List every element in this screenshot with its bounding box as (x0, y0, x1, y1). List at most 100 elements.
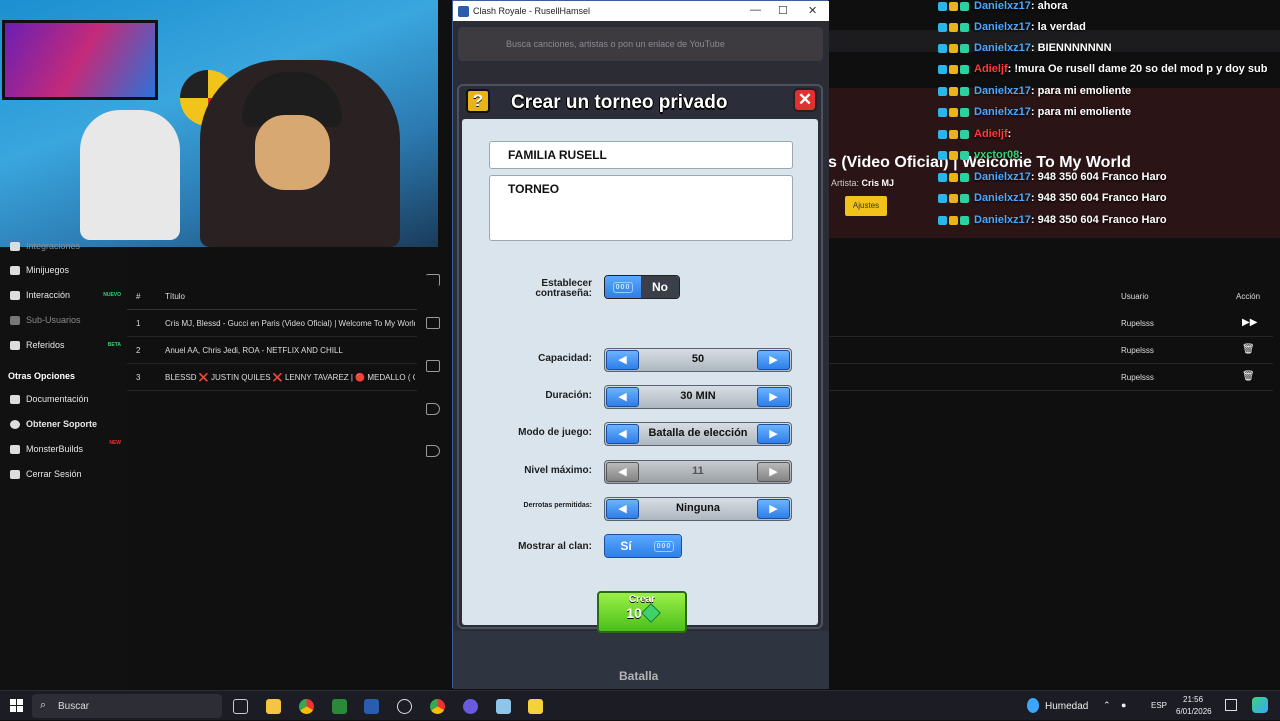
mic-icon[interactable]: ● (1121, 700, 1126, 710)
arrow-right-icon[interactable]: ▶ (757, 387, 790, 407)
arrow-left-icon[interactable]: ◀ (606, 387, 639, 407)
clock-time[interactable]: 21:56 (1183, 695, 1203, 704)
sidebar-item-referidos[interactable]: Referidos BETA (10, 340, 125, 350)
game-area: Busca canciones, artistas o pon un enlac… (453, 21, 829, 689)
maximize-button[interactable]: ☐ (778, 4, 788, 17)
chat-username[interactable]: Danielxz17 (974, 192, 1031, 204)
sidebar-item-integraciones[interactable]: Integraciones (10, 241, 125, 251)
chat-username[interactable]: Adieljf (974, 128, 1008, 140)
webcam-face (255, 115, 330, 190)
badge-icon (960, 107, 969, 117)
badge-icon (949, 129, 958, 139)
app-icon[interactable] (496, 699, 511, 714)
taskbar-search[interactable]: ⌕ Buscar (32, 694, 222, 718)
chat-username[interactable]: Danielxz17 (974, 214, 1031, 226)
sliders-icon[interactable] (426, 317, 440, 329)
webcam-chair (80, 110, 180, 240)
chrome-icon[interactable] (299, 699, 314, 714)
list-icon[interactable] (426, 360, 440, 372)
volume-icon[interactable] (426, 445, 440, 457)
arrow-right-icon[interactable]: ▶ (757, 499, 790, 519)
file-explorer-icon[interactable] (266, 699, 281, 714)
table-row[interactable]: 3 BLESSD ❌ JUSTIN QUILES ❌ LENNY TAVAREZ … (127, 364, 417, 391)
chat-text: : para mi emoliente (1030, 85, 1132, 97)
notifications-icon[interactable] (1225, 699, 1237, 711)
badge-icon (960, 86, 969, 96)
table-row-right[interactable]: Rupelsss ▶▶ (828, 310, 1273, 337)
notes-icon[interactable] (528, 699, 543, 714)
system-tray: Humedad ⌃ ● ESP 21:56 6/01/2026 (1025, 691, 1280, 721)
chat-username[interactable]: vxctor08 (974, 149, 1019, 161)
help-button[interactable]: ? (466, 89, 490, 113)
trash-icon[interactable]: 🗑 (1242, 344, 1255, 355)
copilot-icon[interactable] (1252, 697, 1268, 713)
chrome-icon[interactable] (430, 699, 445, 714)
arrow-left-icon[interactable]: ◀ (606, 424, 639, 444)
show-clan-toggle[interactable]: Sí 000 (604, 534, 682, 558)
app-icon[interactable] (332, 699, 347, 714)
create-button[interactable]: Crear 10 (597, 591, 687, 633)
window-titlebar: Clash Royale - RusellHamsel — ☐ ✕ (453, 1, 829, 21)
sidebar-item-documentacion[interactable]: Documentación (10, 394, 125, 404)
show-clan-label: Mostrar al clan: (518, 541, 592, 552)
expand-icon[interactable] (426, 274, 440, 286)
table-row[interactable]: 1 Cris MJ, Blessd - Gucci en Paris (Video… (127, 310, 417, 337)
sidebar-item-interaccion[interactable]: Interacción NUEVO (10, 290, 125, 300)
trash-icon[interactable]: 🗑 (1242, 371, 1255, 382)
chat-username[interactable]: Danielxz17 (974, 171, 1031, 183)
gem-icon (640, 603, 661, 623)
arrow-left-icon[interactable]: ◀ (606, 499, 639, 519)
chat-username[interactable]: Danielxz17 (974, 0, 1031, 12)
tournament-description-input[interactable]: TORNEO (489, 175, 793, 241)
chevron-up-icon[interactable]: ⌃ (1103, 700, 1111, 711)
chat-username[interactable]: Danielxz17 (974, 85, 1031, 97)
start-icon[interactable] (10, 699, 23, 712)
arrow-right-icon[interactable]: ▶ (757, 462, 790, 482)
chat-username[interactable]: Danielxz17 (974, 21, 1031, 33)
badge-icon (949, 86, 958, 96)
arrow-left-icon[interactable]: ◀ (606, 462, 639, 482)
table-row-right[interactable]: Rupelsss 🗑 (828, 364, 1273, 391)
password-toggle[interactable]: 000 No (604, 275, 680, 299)
duration-label: Duración: (545, 390, 592, 401)
badge-icon (938, 43, 947, 53)
sidebar-item-monsterbuilds[interactable]: MonsterBuilds NEW (10, 440, 125, 454)
arrow-right-icon[interactable]: ▶ (757, 350, 790, 370)
ajustes-button[interactable]: Ajustes (845, 196, 887, 216)
app-icon (458, 5, 469, 17)
lang-indicator[interactable]: ESP (1151, 701, 1167, 710)
task-view-icon[interactable] (233, 699, 248, 714)
chat-username[interactable]: Adieljf (974, 63, 1008, 75)
sidebar-item-minijuegos[interactable]: Minijuegos (10, 265, 125, 275)
close-window-button[interactable]: ✕ (808, 4, 817, 17)
app-icon[interactable] (463, 699, 478, 714)
skip-icon[interactable]: ▶▶ (1242, 317, 1257, 328)
clash-royale-icon[interactable] (364, 699, 379, 714)
app-icon[interactable] (397, 699, 412, 714)
chat-message: Danielxz17: 948 350 604 Franco Haro (938, 212, 1167, 228)
chat-username[interactable]: Danielxz17 (974, 42, 1031, 54)
close-button[interactable]: ✕ (793, 88, 817, 112)
clock-date[interactable]: 6/01/2026 (1176, 707, 1212, 716)
sidebar-item-cerrar-sesion[interactable]: Cerrar Sesión (10, 469, 125, 479)
badge-icon (960, 129, 969, 139)
tournament-dialog: ? Crear un torneo privado ✕ FAMILIA RUSE… (457, 84, 823, 633)
arrow-right-icon[interactable]: ▶ (757, 424, 790, 444)
badge-icon (938, 1, 947, 11)
arrow-left-icon[interactable]: ◀ (606, 350, 639, 370)
chat-message: Danielxz17: ahora (938, 0, 1068, 14)
minimize-button[interactable]: — (750, 4, 761, 16)
sidebar-item-soporte[interactable]: Obtener Soporte (10, 419, 125, 429)
table-row-right[interactable]: Rupelsss 🗑 (828, 337, 1273, 364)
tag-icon[interactable] (426, 403, 440, 415)
webcam-tv (2, 20, 158, 100)
game-mode-label: Modo de juego: (518, 427, 592, 438)
sidebar-item-subusuarios[interactable]: Sub-Usuarios (10, 315, 125, 325)
dialog-title: Crear un torneo privado (511, 92, 728, 113)
losses-stepper: ◀ Ninguna ▶ (604, 497, 792, 521)
chat-username[interactable]: Danielxz17 (974, 106, 1031, 118)
weather-label[interactable]: Humedad (1045, 701, 1088, 712)
table-row[interactable]: 2 Anuel AA, Chris Jedi, ROA - NETFLIX AND… (127, 337, 417, 364)
bg-bottom-nav: Batalla (453, 631, 829, 689)
tournament-name-input[interactable]: FAMILIA RUSELL (489, 141, 793, 169)
